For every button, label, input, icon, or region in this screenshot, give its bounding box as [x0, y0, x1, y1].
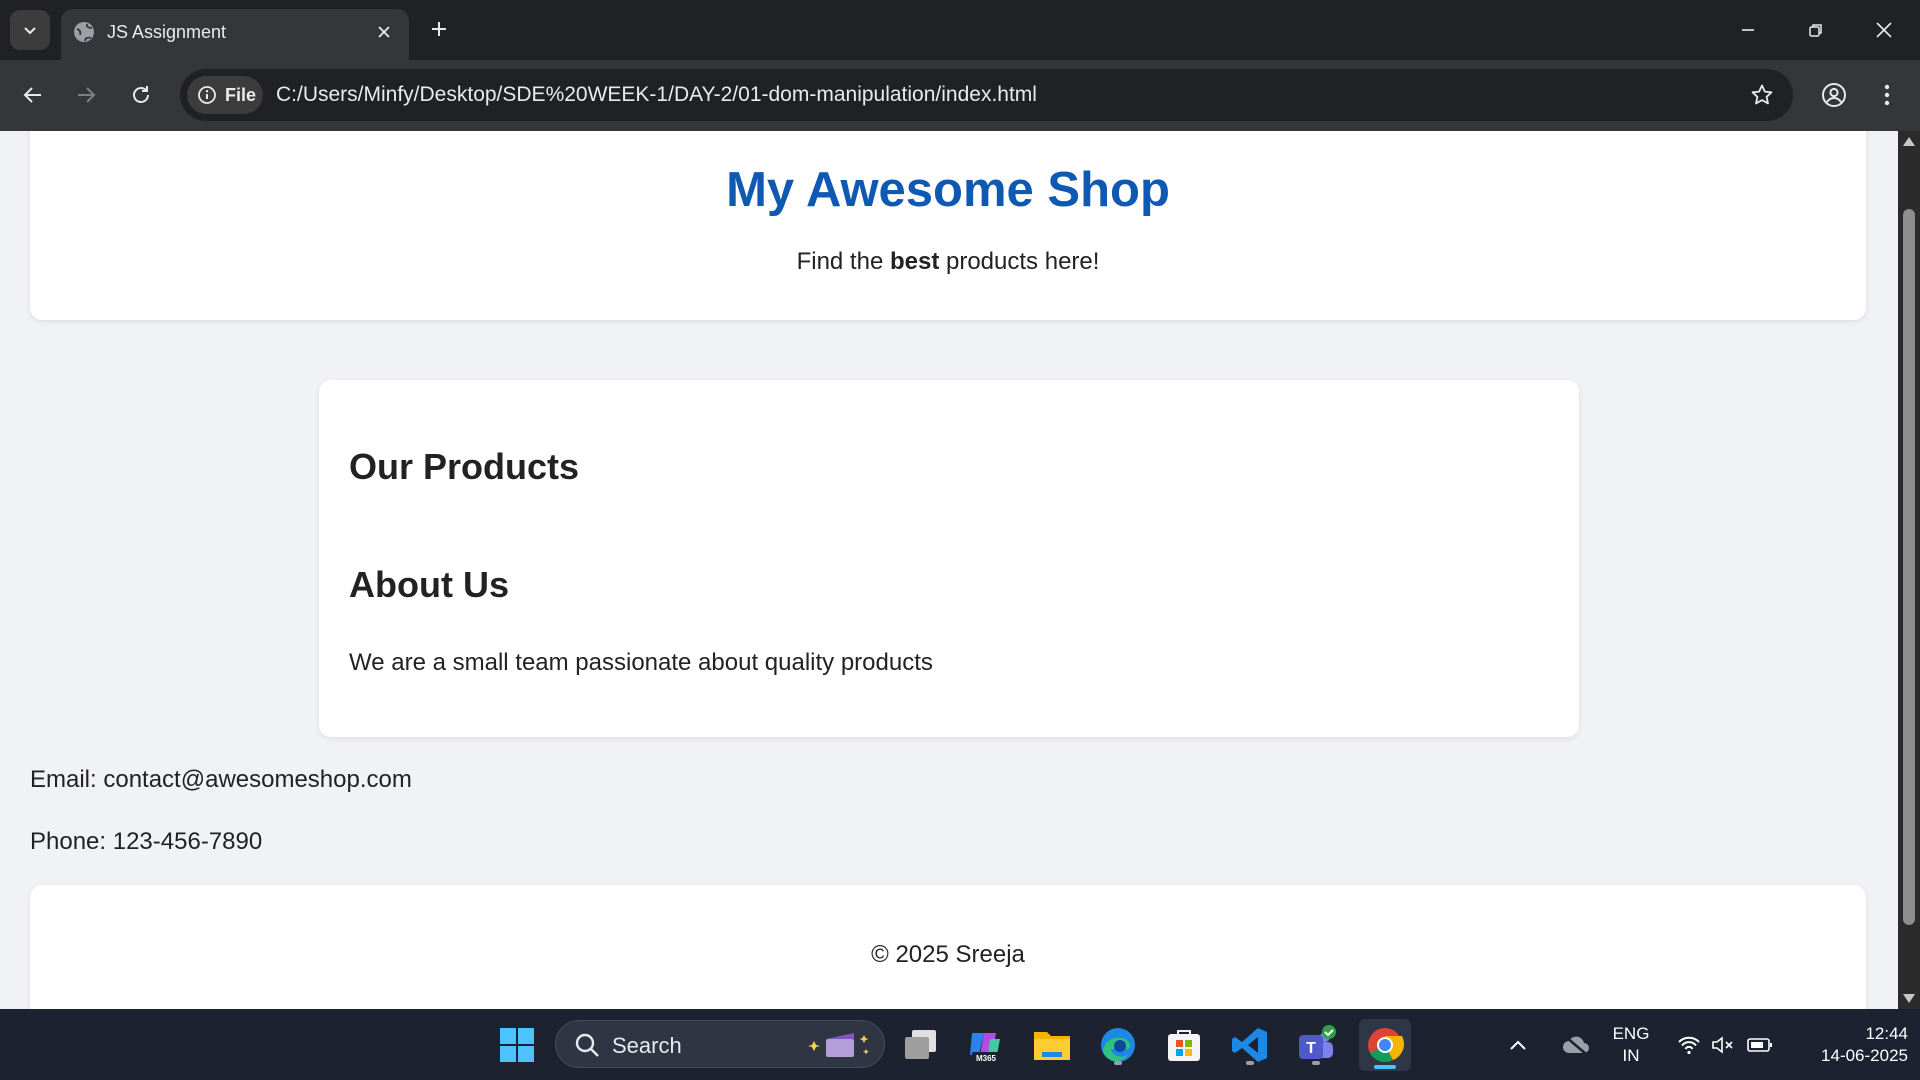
region-label: IN — [1622, 1046, 1640, 1065]
taskbar-search[interactable]: Search — [555, 1020, 885, 1068]
main-content: Our Products About Us We are a small tea… — [319, 380, 1579, 737]
volume-button[interactable] — [1706, 1022, 1740, 1068]
teams-button[interactable]: T — [1293, 1022, 1339, 1068]
chrome-button[interactable] — [1359, 1019, 1411, 1071]
minimize-button[interactable] — [1714, 0, 1782, 60]
chevron-down-icon — [24, 27, 36, 35]
onedrive-button[interactable] — [1560, 1022, 1592, 1068]
scroll-thumb[interactable] — [1903, 209, 1915, 925]
store-button[interactable] — [1161, 1022, 1207, 1068]
forward-button[interactable] — [65, 74, 107, 116]
vscode-button[interactable] — [1227, 1022, 1273, 1068]
about-heading: About Us — [349, 564, 509, 605]
address-bar[interactable]: File C:/Users/Minfy/Desktop/SDE%20WEEK-1… — [180, 69, 1793, 121]
battery-icon — [1747, 1038, 1772, 1052]
profile-icon — [1822, 83, 1846, 107]
teams-running-indicator — [1312, 1061, 1320, 1065]
page-title: My Awesome Shop — [726, 163, 1170, 217]
clock[interactable]: 12:44 14-06-2025 — [1788, 1023, 1908, 1067]
products-heading: Our Products — [349, 446, 580, 487]
plus-icon — [432, 22, 446, 36]
restore-icon — [1809, 24, 1822, 37]
info-icon — [198, 86, 216, 104]
contact-email: Email: contact@awesomeshop.com — [30, 766, 412, 793]
bookmark-button[interactable] — [1745, 78, 1779, 112]
tab-close-button[interactable] — [371, 19, 397, 45]
chrome-icon — [1368, 1028, 1404, 1062]
globe-icon — [74, 22, 94, 42]
back-button[interactable] — [12, 74, 54, 116]
tab-strip: JS Assignment — [0, 0, 1920, 60]
close-icon — [1876, 22, 1892, 38]
about-text: We are a small team passionate about qua… — [349, 649, 933, 676]
copyright-text: © 2025 Sreeja — [871, 941, 1025, 968]
clock-date: 14-06-2025 — [1821, 1046, 1908, 1065]
m365-copilot-icon: M365 — [970, 1033, 1000, 1063]
browser-toolbar: File C:/Users/Minfy/Desktop/SDE%20WEEK-1… — [0, 60, 1920, 131]
task-view-icon — [905, 1030, 936, 1059]
page-viewport: My Awesome Shop Find the best products h… — [0, 131, 1898, 1009]
edge-running-indicator — [1114, 1061, 1122, 1065]
site-chip-label: File — [225, 84, 257, 105]
more-vert-icon — [1884, 84, 1890, 106]
close-window-button[interactable] — [1850, 0, 1918, 60]
scroll-down-arrow-icon[interactable] — [1903, 994, 1915, 1003]
volume-muted-icon — [1712, 1036, 1733, 1054]
language-label: ENG — [1612, 1024, 1650, 1043]
chrome-active-indicator — [1374, 1065, 1396, 1069]
file-explorer-button[interactable] — [1029, 1022, 1075, 1068]
svg-text:T: T — [1306, 1040, 1316, 1057]
tagline: Find the best products here! — [30, 248, 1866, 276]
star-icon — [1751, 84, 1773, 105]
microsoft-store-icon — [1168, 1030, 1200, 1061]
url-text[interactable]: C:/Users/Minfy/Desktop/SDE%20WEEK-1/DAY-… — [276, 83, 1037, 107]
edge-icon — [1101, 1028, 1135, 1062]
page-header: My Awesome Shop Find the best products h… — [30, 131, 1866, 320]
tagline-prefix: Find the — [796, 248, 890, 275]
edge-button[interactable] — [1095, 1022, 1141, 1068]
site-info-chip[interactable]: File — [187, 76, 263, 114]
search-icon — [575, 1033, 599, 1057]
windows-start-icon — [500, 1028, 534, 1062]
arrow-left-icon — [23, 87, 41, 103]
battery-button[interactable] — [1742, 1022, 1778, 1068]
page-footer: © 2025 Sreeja — [30, 885, 1866, 1009]
tagline-suffix: products here! — [939, 248, 1100, 275]
m365-badge: M365 — [976, 1054, 997, 1063]
tagline-emphasis: best — [889, 248, 940, 275]
vscode-running-indicator — [1246, 1061, 1254, 1065]
vertical-scrollbar[interactable] — [1898, 131, 1920, 1009]
windows-taskbar: Search M365 T ENG IN 12:44 14-06-2025 — [0, 1009, 1920, 1080]
tray-overflow-button[interactable] — [1503, 1022, 1533, 1068]
menu-button[interactable] — [1866, 74, 1908, 116]
contact-phone: Phone: 123-456-7890 — [30, 828, 263, 855]
task-view-button[interactable] — [898, 1022, 944, 1068]
file-explorer-icon — [1034, 1032, 1070, 1060]
restore-button[interactable] — [1782, 0, 1850, 60]
new-tab-button[interactable] — [422, 12, 456, 46]
wifi-icon — [1678, 1036, 1700, 1055]
arrow-right-icon — [78, 87, 96, 103]
chevron-up-icon — [1510, 1040, 1526, 1050]
close-icon — [378, 26, 390, 38]
search-highlight-icon — [808, 1033, 869, 1057]
minimize-icon — [1742, 29, 1754, 31]
reload-icon — [133, 86, 149, 103]
vscode-icon — [1232, 1028, 1267, 1062]
active-tab[interactable]: JS Assignment — [61, 9, 409, 60]
reload-button[interactable] — [120, 74, 162, 116]
m365-button[interactable]: M365 — [963, 1022, 1009, 1068]
scroll-up-arrow-icon[interactable] — [1903, 137, 1915, 146]
language-indicator[interactable]: ENG IN — [1603, 1023, 1659, 1067]
start-button[interactable] — [494, 1022, 540, 1068]
search-label: Search — [612, 1033, 682, 1058]
teams-icon: T — [1299, 1025, 1336, 1059]
tab-title: JS Assignment — [107, 22, 227, 42]
clock-time: 12:44 — [1865, 1024, 1908, 1043]
cloud-offline-icon — [1563, 1036, 1589, 1055]
network-button[interactable] — [1672, 1022, 1706, 1068]
tab-search-button[interactable] — [10, 10, 50, 50]
profile-button[interactable] — [1813, 74, 1855, 116]
